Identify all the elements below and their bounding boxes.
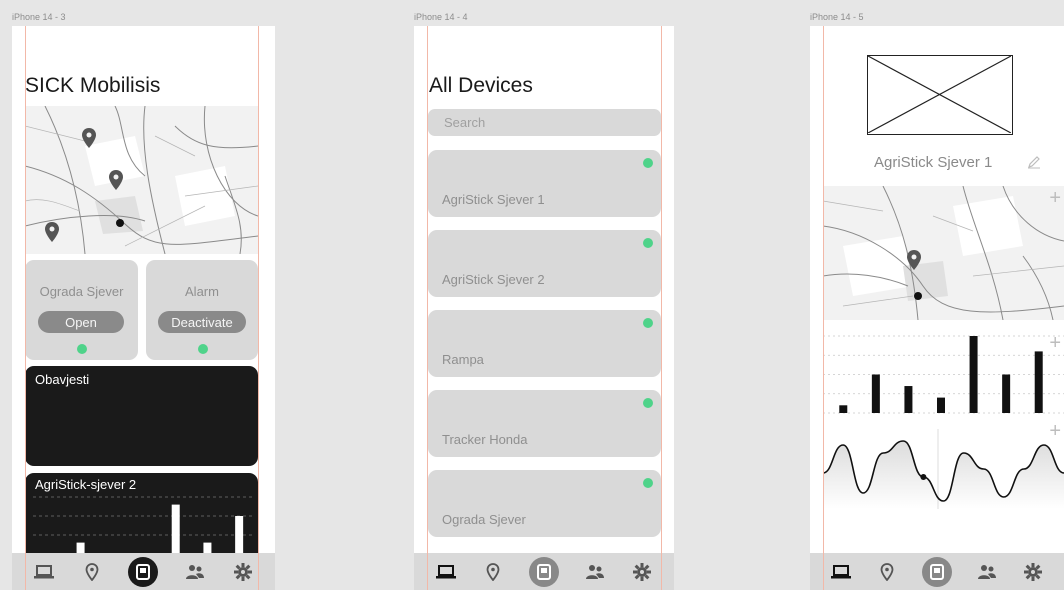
open-button[interactable]: Open [38,311,124,333]
page-title: SICK Mobilisis [25,74,161,97]
device-item-agristick-1[interactable]: AgriStick Sjever 1 [428,150,661,217]
map-view[interactable] [25,106,258,254]
device-image-placeholder [867,55,1013,135]
device-icon[interactable] [922,556,952,587]
frame-label-3: iPhone 14 - 5 [810,12,864,22]
status-dot [643,238,653,248]
map-view[interactable]: + [823,186,1064,320]
users-icon[interactable] [584,561,606,583]
map-roads [25,106,258,254]
chart-bar [839,405,848,413]
detail-line-chart [823,429,1064,509]
detail-line-chart-panel: + [823,421,1064,516]
gear-icon[interactable] [232,561,254,583]
line-area [823,441,1064,509]
device-name: AgriStick Sjever 1 [442,192,545,207]
page-title: All Devices [429,74,533,97]
frame-label-1: iPhone 14 - 3 [12,12,66,22]
frame-label-2: iPhone 14 - 4 [414,12,468,22]
laptop-icon[interactable] [435,561,457,583]
device-name: AgriStick Sjever 2 [442,272,545,287]
status-dot [77,344,87,354]
device-title: AgriStick Sjever 1 [874,154,993,171]
device-item-tracker-honda[interactable]: Tracker Honda [428,390,661,457]
laptop-icon[interactable] [33,561,55,583]
device-card-alarm[interactable]: Alarm Deactivate [146,260,258,360]
chart-bar [1034,351,1043,413]
users-icon[interactable] [976,561,998,583]
search-input[interactable]: Search [428,109,661,136]
location-pin-icon[interactable] [482,561,504,583]
device-item-rampa[interactable]: Rampa [428,310,661,377]
detail-bar-chart [823,335,1064,414]
devices-screen: All Devices Search AgriStick Sjever 1 Ag… [414,26,674,590]
current-location-dot [116,219,124,227]
add-widget-button[interactable]: + [1049,188,1061,208]
chart-bar [871,374,880,413]
add-widget-button[interactable]: + [1049,333,1061,353]
home-screen: SICK Mobilisis Ograda Sjever Open Alarm … [12,26,275,590]
laptop-icon[interactable] [830,561,852,583]
deactivate-button[interactable]: Deactivate [158,311,246,333]
status-dot [198,344,208,354]
chart-bar [969,336,978,413]
device-name: Rampa [442,352,484,367]
add-widget-button[interactable]: + [1049,421,1061,441]
device-icon[interactable] [128,556,159,587]
users-icon[interactable] [184,561,206,583]
chart-bar [904,386,913,413]
device-name: Tracker Honda [442,432,528,447]
edit-icon[interactable] [1027,155,1041,174]
device-icon[interactable] [528,556,559,587]
bottom-nav [810,553,1064,590]
device-item-ograda-sjever[interactable]: Ograda Sjever [428,470,661,537]
device-detail-screen: AgriStick Sjever 1 + + + [810,26,1064,590]
gear-icon[interactable] [631,561,653,583]
card-title: Alarm [185,284,219,299]
notifications-panel[interactable]: Obavjesti [25,366,258,466]
chart-bar [937,397,945,413]
status-dot [643,158,653,168]
device-item-agristick-2[interactable]: AgriStick Sjever 2 [428,230,661,297]
device-name: Ograda Sjever [442,512,526,527]
gear-icon[interactable] [1022,561,1044,583]
status-dot [643,398,653,408]
detail-bar-chart-panel: + [823,331,1064,416]
location-pin-icon[interactable] [876,561,898,583]
line-point [920,474,927,480]
location-pin-icon[interactable] [81,561,103,583]
card-title: Ograda Sjever [39,284,124,299]
bottom-nav [414,553,674,590]
status-dot [643,318,653,328]
chart-bar [1002,374,1011,413]
notifications-label: Obavjesti [35,372,90,387]
current-location-dot [914,292,922,300]
bottom-nav [12,553,275,590]
map-roads [823,186,1064,320]
status-dot [643,478,653,488]
device-card-ograda[interactable]: Ograda Sjever Open [25,260,138,360]
